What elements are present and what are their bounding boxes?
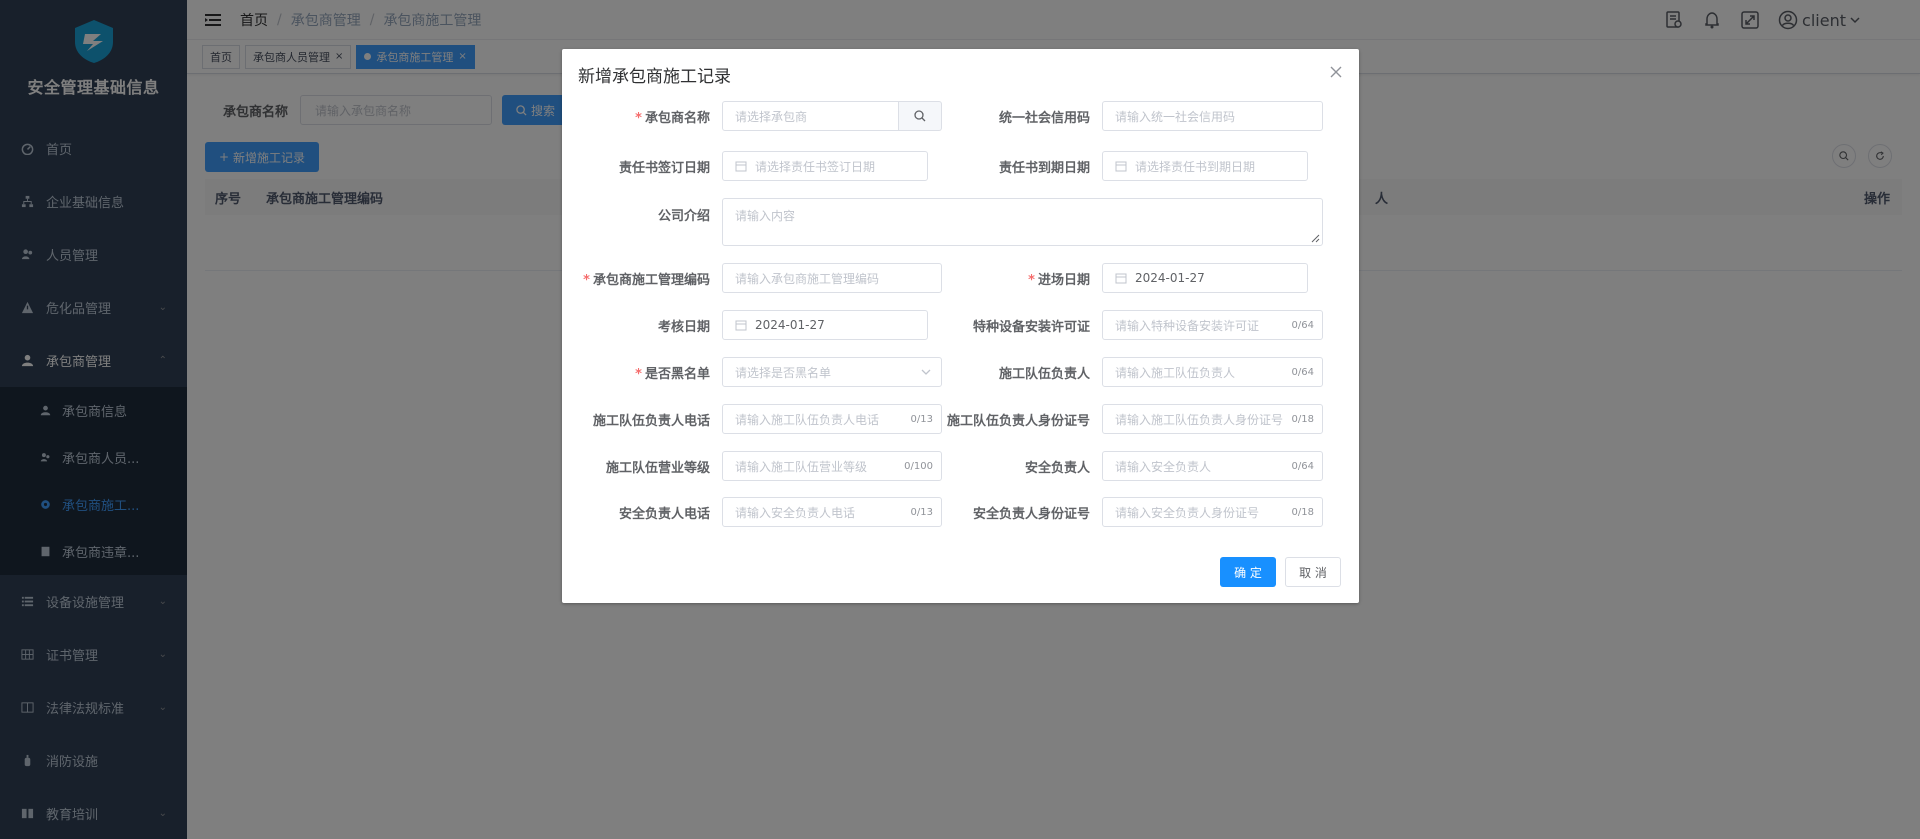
confirm-button[interactable]: 确 定 — [1220, 557, 1276, 587]
label-team-leader-id: 施工队伍负责人身份证号 — [946, 413, 1090, 429]
row-team-leader-id: 施工队伍负责人身份证号 请输入施工队伍负责人身份证号 0/18 — [942, 404, 1323, 434]
company-intro-textarea[interactable]: 请输入内容 — [722, 198, 1323, 246]
row-contractor-name: * 承包商名称 请选择承包商 — [562, 101, 942, 131]
label-credit-code: 统一社会信用码 — [998, 110, 1090, 126]
row-safety-leader: 安全负责人 请输入安全负责人 0/64 — [942, 451, 1323, 481]
assess-date-picker[interactable]: 2024-01-27 — [722, 310, 928, 340]
label-sign-date: 责任书签订日期 — [618, 160, 710, 176]
chevron-down-icon — [921, 369, 931, 375]
placeholder: 请选择责任书签订日期 — [755, 159, 876, 174]
label-team-leader-phone: 施工队伍负责人电话 — [592, 413, 710, 429]
placeholder: 请输入施工队伍负责人身份证号 — [1115, 412, 1284, 427]
team-leader-phone-input[interactable]: 请输入施工队伍负责人电话 0/13 — [722, 404, 942, 434]
placeholder: 请输入安全负责人电话 — [735, 505, 856, 520]
row-entry-date: * 进场日期 2024-01-27 — [942, 263, 1308, 293]
char-counter: 0/18 — [1291, 506, 1314, 518]
placeholder: 请输入统一社会信用码 — [1115, 109, 1236, 124]
char-counter: 0/64 — [1291, 366, 1314, 378]
label-assess-date: 考核日期 — [657, 319, 710, 335]
placeholder: 请输入施工队伍营业等级 — [735, 459, 868, 474]
row-mgmt-code: * 承包商施工管理编码 请输入承包商施工管理编码 — [562, 263, 942, 293]
dialog-title: 新增承包商施工记录 — [578, 67, 731, 87]
char-counter: 0/64 — [1291, 319, 1314, 331]
contractor-search-button[interactable] — [899, 101, 942, 131]
close-icon[interactable] — [1329, 65, 1343, 79]
blacklist-select[interactable]: 请选择是否黑名单 — [722, 357, 942, 387]
date-value: 2024-01-27 — [1135, 271, 1205, 285]
placeholder: 请输入安全负责人 — [1115, 459, 1212, 474]
char-counter: 0/13 — [910, 506, 933, 518]
row-special-license: 特种设备安装许可证 请输入特种设备安装许可证 0/64 — [942, 310, 1323, 340]
label-safety-phone: 安全负责人电话 — [618, 506, 710, 522]
credit-code-input[interactable]: 请输入统一社会信用码 — [1102, 101, 1323, 131]
placeholder: 请输入内容 — [735, 209, 796, 223]
label-safety-id: 安全负责人身份证号 — [972, 506, 1090, 522]
team-leader-input[interactable]: 请输入施工队伍负责人 0/64 — [1102, 357, 1323, 387]
char-counter: 0/13 — [910, 413, 933, 425]
dialog-footer: 确 定 取 消 — [1220, 557, 1341, 587]
row-blacklist: * 是否黑名单 请选择是否黑名单 — [562, 357, 942, 387]
label-team-grade: 施工队伍营业等级 — [605, 460, 710, 476]
label-entry-date: * 进场日期 — [1028, 272, 1090, 288]
label-safety-leader: 安全负责人 — [1024, 460, 1090, 476]
expire-date-picker[interactable]: 请选择责任书到期日期 — [1102, 151, 1308, 181]
special-license-input[interactable]: 请输入特种设备安装许可证 0/64 — [1102, 310, 1323, 340]
row-team-grade: 施工队伍营业等级 请输入施工队伍营业等级 0/100 — [562, 451, 942, 481]
row-safety-phone: 安全负责人电话 请输入安全负责人电话 0/13 — [562, 497, 942, 527]
label-company-intro: 公司介绍 — [657, 209, 710, 224]
calendar-icon — [735, 320, 747, 331]
entry-date-picker[interactable]: 2024-01-27 — [1102, 263, 1308, 293]
label-mgmt-code: * 承包商施工管理编码 — [583, 272, 710, 288]
safety-phone-input[interactable]: 请输入安全负责人电话 0/13 — [722, 497, 942, 527]
safety-id-input[interactable]: 请输入安全负责人身份证号 0/18 — [1102, 497, 1323, 527]
calendar-icon — [735, 161, 747, 172]
char-counter: 0/64 — [1291, 460, 1314, 472]
row-expire-date: 责任书到期日期 请选择责任书到期日期 — [942, 151, 1308, 181]
row-team-leader-phone: 施工队伍负责人电话 请输入施工队伍负责人电话 0/13 — [562, 404, 942, 434]
team-leader-id-input[interactable]: 请输入施工队伍负责人身份证号 0/18 — [1102, 404, 1323, 434]
date-value: 2024-01-27 — [755, 318, 825, 332]
resize-handle-icon[interactable] — [1310, 233, 1320, 243]
row-sign-date: 责任书签订日期 请选择责任书签订日期 — [562, 151, 928, 181]
sign-date-picker[interactable]: 请选择责任书签订日期 — [722, 151, 928, 181]
label-blacklist: * 是否黑名单 — [635, 366, 710, 382]
char-counter: 0/18 — [1291, 413, 1314, 425]
label-expire-date: 责任书到期日期 — [998, 160, 1090, 176]
calendar-icon — [1115, 161, 1127, 172]
safety-leader-input[interactable]: 请输入安全负责人 0/64 — [1102, 451, 1323, 481]
calendar-icon — [1115, 273, 1127, 284]
row-assess-date: 考核日期 2024-01-27 — [562, 310, 928, 340]
placeholder: 请输入施工队伍负责人电话 — [735, 412, 880, 427]
row-credit-code: 统一社会信用码 请输入统一社会信用码 — [942, 101, 1323, 131]
placeholder: 请输入施工队伍负责人 — [1115, 365, 1236, 380]
row-company-intro: 公司介绍 请输入内容 — [562, 198, 1323, 246]
placeholder: 请选择责任书到期日期 — [1135, 159, 1256, 174]
placeholder: 请输入安全负责人身份证号 — [1115, 505, 1260, 520]
row-team-leader: 施工队伍负责人 请输入施工队伍负责人 0/64 — [942, 357, 1323, 387]
label-special-license: 特种设备安装许可证 — [972, 319, 1090, 335]
char-counter: 0/100 — [904, 460, 933, 472]
mgmt-code-input[interactable]: 请输入承包商施工管理编码 — [722, 263, 942, 293]
placeholder: 请选择是否黑名单 — [735, 365, 832, 380]
contractor-select-input[interactable]: 请选择承包商 — [722, 101, 899, 131]
add-record-dialog: 新增承包商施工记录 * 承包商名称 请选择承包商 统一社会信用码 请输入统一社会信… — [562, 49, 1359, 603]
placeholder: 请选择承包商 — [735, 109, 808, 124]
row-safety-id: 安全负责人身份证号 请输入安全负责人身份证号 0/18 — [942, 497, 1323, 527]
team-grade-input[interactable]: 请输入施工队伍营业等级 0/100 — [722, 451, 942, 481]
placeholder: 请输入承包商施工管理编码 — [735, 271, 880, 286]
placeholder: 请输入特种设备安装许可证 — [1115, 318, 1260, 333]
label-team-leader: 施工队伍负责人 — [998, 366, 1090, 382]
cancel-button[interactable]: 取 消 — [1285, 557, 1341, 587]
label-contractor-name: * 承包商名称 — [635, 110, 710, 126]
search-icon — [914, 110, 926, 122]
